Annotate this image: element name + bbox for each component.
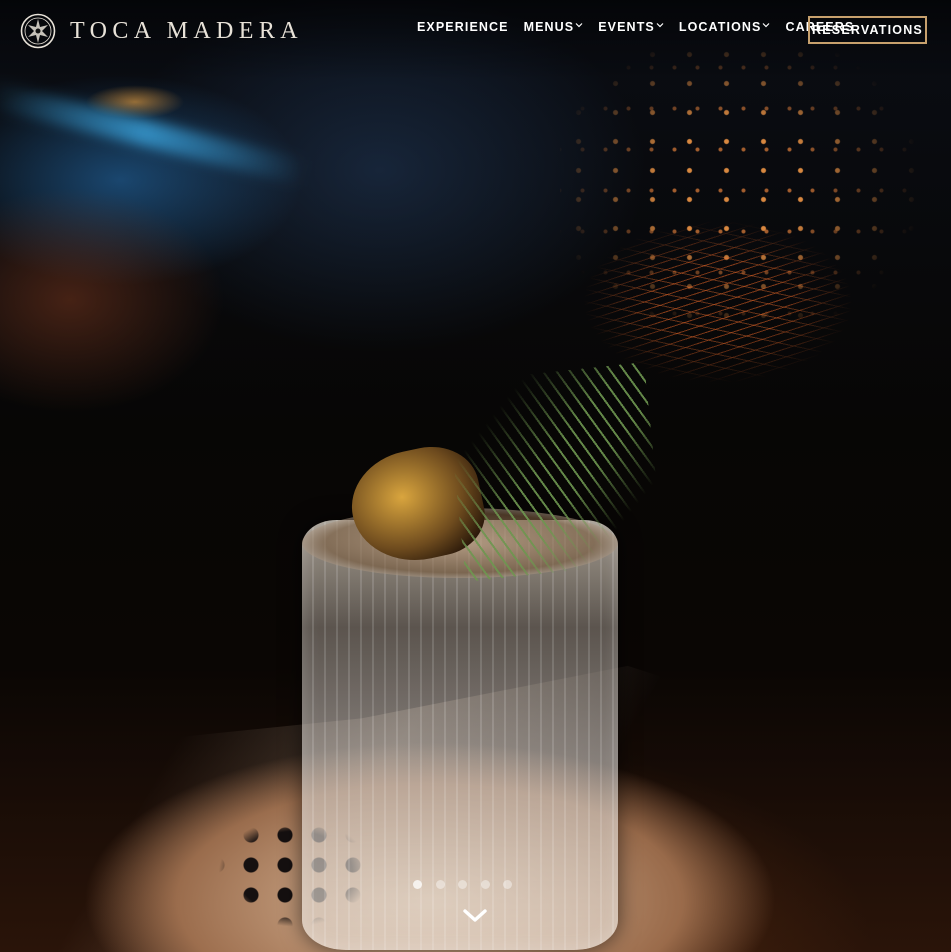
nav-item-label: EVENTS <box>598 20 655 34</box>
nav-item-label: LOCATIONS <box>678 20 762 34</box>
hero-image <box>0 0 951 952</box>
nav-item-menus[interactable]: MENUS <box>524 20 584 38</box>
slider-pagination <box>413 880 526 889</box>
nav-item-experience[interactable]: EXPERIENCE <box>417 20 509 38</box>
chevron-down-icon <box>656 23 664 28</box>
slider-dot-1[interactable] <box>413 880 422 889</box>
nav-item-events[interactable]: EVENTS <box>598 20 664 38</box>
chevron-down-icon <box>575 23 583 28</box>
hero-light-streak <box>0 80 309 186</box>
nav-item-label: EXPERIENCE <box>417 20 509 34</box>
nav-item-locations[interactable]: LOCATIONS <box>679 20 771 38</box>
logo-link[interactable]: TOCA MADERA <box>20 13 303 49</box>
brand-name: TOCA MADERA <box>70 18 303 44</box>
main-nav: EXPERIENCE MENUS EVENTS LOCATIONS CAREER… <box>417 20 854 38</box>
scroll-down-chevron-icon[interactable] <box>462 908 488 924</box>
slider-dot-3[interactable] <box>458 880 467 889</box>
reservations-button[interactable]: RESERVATIONS <box>808 16 927 44</box>
slider-dot-2[interactable] <box>435 880 445 889</box>
nav-item-label: MENUS <box>523 20 575 34</box>
slider-dot-5[interactable] <box>503 880 512 889</box>
wood-emblem-icon <box>20 13 56 49</box>
chevron-down-icon <box>763 23 770 28</box>
slider-dot-4[interactable] <box>480 880 490 889</box>
hero-rosemary-sprig <box>445 362 665 582</box>
site-header: TOCA MADERA EXPERIENCE MENUS EVENTS LOCA… <box>0 0 951 62</box>
